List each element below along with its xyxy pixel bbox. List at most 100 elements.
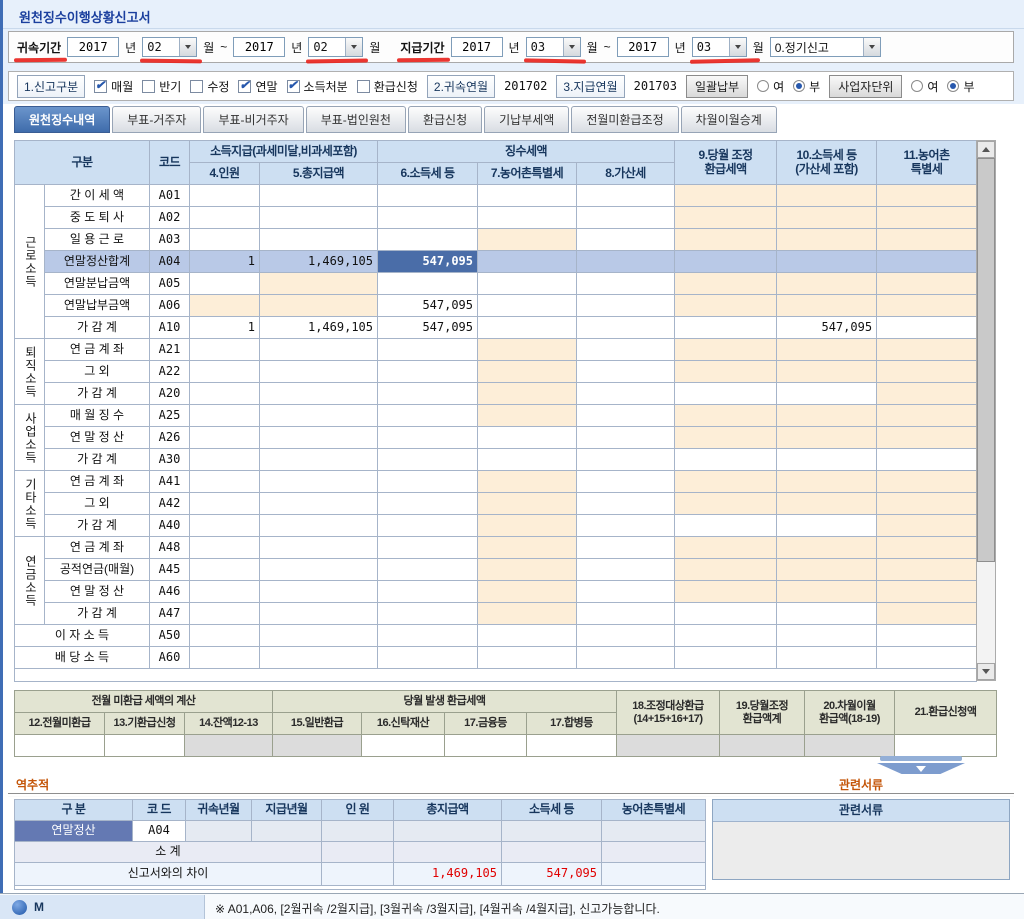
value-cell[interactable] xyxy=(776,602,878,625)
value-cell[interactable] xyxy=(477,492,578,515)
row-label[interactable]: 배 당 소 득 xyxy=(14,646,150,669)
pay-year2-input[interactable] xyxy=(616,37,669,57)
row-code[interactable]: A04 xyxy=(132,820,186,842)
row-code[interactable]: A60 xyxy=(149,646,190,669)
value-cell[interactable] xyxy=(876,316,978,339)
value-cell[interactable] xyxy=(576,228,676,251)
value-cell[interactable] xyxy=(258,404,379,427)
value-cell[interactable] xyxy=(393,820,502,842)
value-cell[interactable] xyxy=(674,514,778,537)
value-cell[interactable] xyxy=(258,536,379,559)
lump-payment-radio-no[interactable]: 부 xyxy=(793,78,820,95)
row-label[interactable]: 가 감 계 xyxy=(44,316,150,339)
tab-sub-corporate[interactable]: 부표-법인원천 xyxy=(305,106,406,133)
value-cell[interactable] xyxy=(189,646,260,669)
value-cell[interactable] xyxy=(776,536,878,559)
row-code[interactable]: A05 xyxy=(149,272,190,295)
row-code[interactable]: A02 xyxy=(149,206,190,229)
value-cell[interactable] xyxy=(477,580,578,603)
value-cell[interactable] xyxy=(674,338,778,361)
row-code[interactable]: A30 xyxy=(149,448,190,471)
value-cell[interactable] xyxy=(776,514,878,537)
value-cell[interactable] xyxy=(501,841,602,863)
value-cell[interactable] xyxy=(258,272,379,295)
value-cell[interactable] xyxy=(876,470,978,493)
value-cell[interactable] xyxy=(189,404,260,427)
value-cell[interactable] xyxy=(876,624,978,647)
value-cell[interactable] xyxy=(477,404,578,427)
vertical-scrollbar[interactable] xyxy=(976,140,996,681)
tab-refund-request[interactable]: 환급신청 xyxy=(407,106,483,133)
value-cell[interactable] xyxy=(189,536,260,559)
value-cell[interactable] xyxy=(674,184,778,207)
row-label[interactable]: 소 계 xyxy=(14,841,322,863)
scrollbar-thumb[interactable] xyxy=(977,158,995,562)
value-cell[interactable] xyxy=(377,580,479,603)
lump-payment-radio-yes[interactable]: 여 xyxy=(757,78,784,95)
row-code[interactable]: A40 xyxy=(149,514,190,537)
tab-sub-nonresident[interactable]: 부표-비거주자 xyxy=(203,106,304,133)
value-cell[interactable] xyxy=(576,558,676,581)
value-cell[interactable] xyxy=(477,206,578,229)
value-cell[interactable] xyxy=(576,624,676,647)
value-cell[interactable] xyxy=(576,206,676,229)
value-cell[interactable] xyxy=(477,382,578,405)
value-cell[interactable] xyxy=(477,602,578,625)
row-label[interactable]: 연말정산 xyxy=(14,820,133,842)
value-cell[interactable] xyxy=(444,734,527,757)
value-cell[interactable] xyxy=(576,470,676,493)
value-cell[interactable] xyxy=(674,624,778,647)
value-cell[interactable]: 547,095 xyxy=(377,250,479,273)
value-cell[interactable]: 547,095 xyxy=(377,294,479,317)
value-cell[interactable] xyxy=(776,184,878,207)
pay-month1-select[interactable]: 03 xyxy=(523,37,586,64)
value-cell[interactable] xyxy=(576,338,676,361)
value-cell[interactable]: 1,469,105 xyxy=(393,862,502,886)
row-label[interactable]: 가 감 계 xyxy=(44,448,150,471)
value-cell[interactable] xyxy=(674,426,778,449)
value-cell[interactable] xyxy=(601,820,706,842)
value-cell[interactable] xyxy=(876,580,978,603)
value-cell[interactable] xyxy=(477,536,578,559)
value-cell[interactable] xyxy=(776,382,878,405)
checkbox-amended[interactable]: 수정 xyxy=(190,78,229,95)
value-cell[interactable] xyxy=(776,624,878,647)
value-cell[interactable] xyxy=(272,734,362,757)
value-cell[interactable] xyxy=(258,580,379,603)
value-cell[interactable] xyxy=(377,184,479,207)
value-cell[interactable]: 1,469,105 xyxy=(258,316,379,339)
row-code[interactable]: A45 xyxy=(149,558,190,581)
value-cell[interactable]: 547,095 xyxy=(776,316,878,339)
value-cell[interactable] xyxy=(876,646,978,669)
row-label[interactable]: 중 도 퇴 사 xyxy=(44,206,150,229)
value-cell[interactable] xyxy=(876,206,978,229)
value-cell[interactable] xyxy=(258,426,379,449)
value-cell[interactable] xyxy=(674,316,778,339)
value-cell[interactable] xyxy=(321,820,394,842)
value-cell[interactable] xyxy=(189,184,260,207)
checkbox-halfyear[interactable]: 반기 xyxy=(142,78,181,95)
row-label[interactable]: 일 용 근 로 xyxy=(44,228,150,251)
row-code[interactable]: A21 xyxy=(149,338,190,361)
value-cell[interactable] xyxy=(377,624,479,647)
value-cell[interactable] xyxy=(576,360,676,383)
row-label[interactable]: 이 자 소 득 xyxy=(14,624,150,647)
tab-prepaid-tax[interactable]: 기납부세액 xyxy=(484,106,570,133)
tab-withholding-details[interactable]: 원천징수내역 xyxy=(14,106,111,133)
report-type-select[interactable]: 0.정기신고 xyxy=(769,37,881,57)
row-label[interactable]: 연 금 계 좌 xyxy=(44,338,150,361)
row-label[interactable]: 연말정산합계 xyxy=(44,250,150,273)
value-cell[interactable] xyxy=(674,228,778,251)
value-cell[interactable] xyxy=(776,272,878,295)
row-code[interactable]: A41 xyxy=(149,470,190,493)
value-cell[interactable] xyxy=(776,404,878,427)
value-cell[interactable] xyxy=(776,426,878,449)
row-code[interactable]: A26 xyxy=(149,426,190,449)
value-cell[interactable] xyxy=(477,294,578,317)
value-cell[interactable] xyxy=(674,250,778,273)
value-cell[interactable] xyxy=(189,228,260,251)
tab-next-month-carryover[interactable]: 차월이월승계 xyxy=(680,106,777,133)
value-cell[interactable] xyxy=(258,448,379,471)
value-cell[interactable] xyxy=(876,382,978,405)
value-cell[interactable] xyxy=(258,228,379,251)
